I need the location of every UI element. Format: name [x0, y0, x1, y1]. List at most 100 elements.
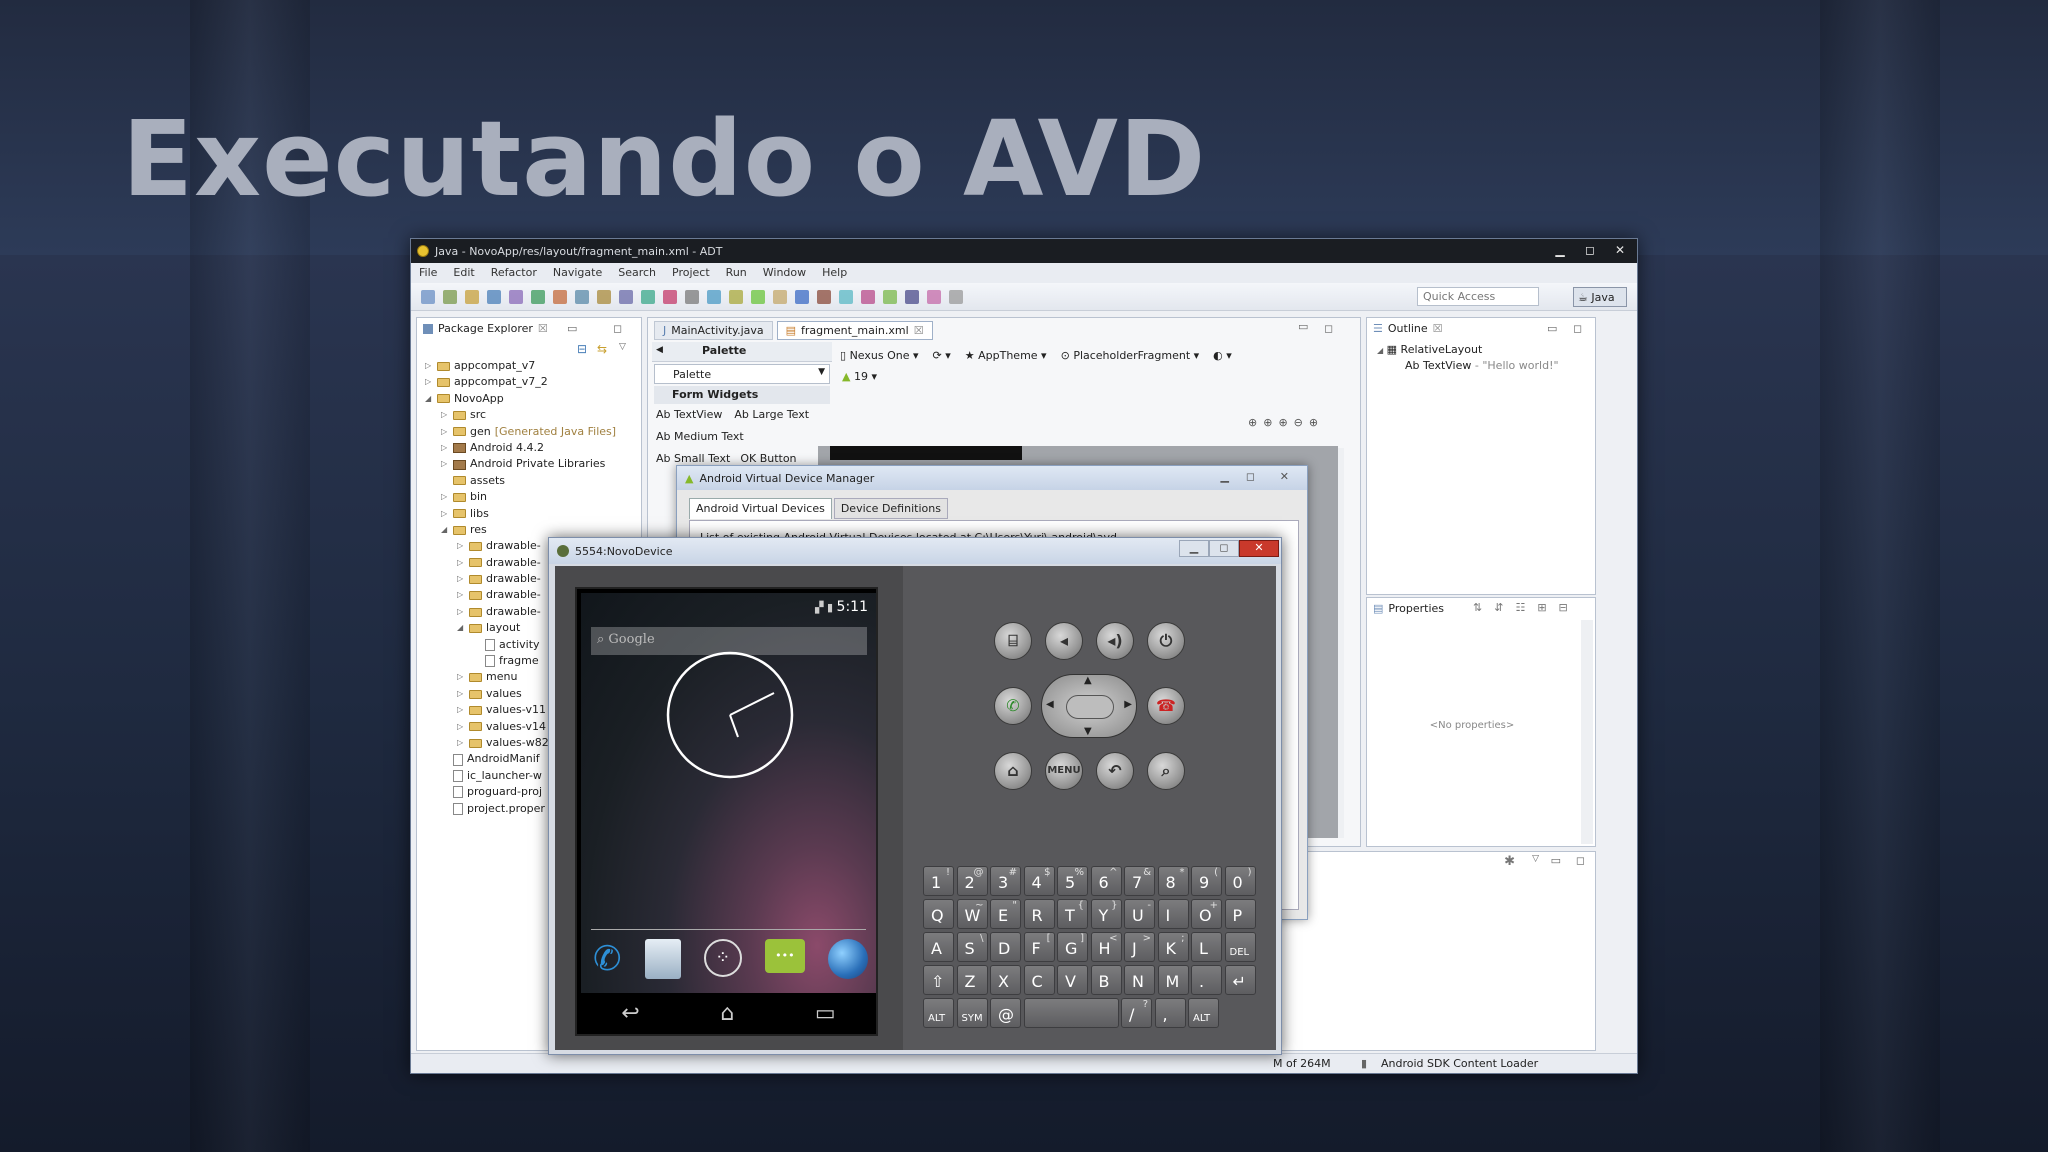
close-button[interactable]: ✕ — [1607, 242, 1633, 258]
zoom-fit-icon[interactable]: ⊕ — [1263, 416, 1272, 429]
browser-app-icon[interactable] — [828, 939, 868, 979]
key-4[interactable]: 4 $ — [1023, 866, 1055, 896]
phone-screen[interactable]: ▞ ▮ 5:11 ⌕ Google ✆ ⁘ ••• ↩ ⌂ ▭ — [581, 593, 876, 1034]
key-3[interactable]: 3 # — [990, 866, 1021, 896]
key-x[interactable]: X — [990, 965, 1021, 995]
view-menu-icon[interactable]: ▽ — [1532, 854, 1539, 864]
maximize-icon[interactable]: ◻ — [1573, 322, 1582, 335]
key-k[interactable]: K; — [1157, 932, 1189, 962]
menu-file[interactable]: File — [419, 266, 437, 280]
toolbar-action-icon[interactable] — [531, 290, 545, 304]
tree-item[interactable]: ◢ res — [425, 522, 640, 538]
tree-item[interactable]: assets — [425, 473, 640, 489]
key-b[interactable]: B — [1090, 965, 1122, 995]
palette-dropdown[interactable]: Palette ▼ — [654, 364, 830, 384]
outline-child[interactable]: Ab TextView - "Hello world!" — [1405, 359, 1559, 372]
minimize-icon[interactable]: ▭ — [567, 322, 577, 335]
key-2[interactable]: 2 @ — [956, 866, 988, 896]
zoom-actual-icon[interactable]: ⊕ — [1278, 416, 1287, 429]
expand-toggle-icon[interactable]: ▷ — [425, 358, 433, 374]
home-icon[interactable]: ⌂ — [720, 1001, 734, 1026]
expand-toggle-icon[interactable]: ▷ — [441, 506, 449, 522]
toolbar-action-icon[interactable] — [641, 290, 655, 304]
expand-toggle-icon[interactable]: ▷ — [457, 571, 465, 587]
toolbar-action-icon[interactable] — [861, 290, 875, 304]
expand-toggle-icon[interactable]: ▷ — [441, 489, 449, 505]
key-/[interactable]: /? — [1121, 998, 1152, 1028]
expand-toggle-icon[interactable]: ▷ — [457, 587, 465, 603]
recent-apps-icon[interactable]: ▭ — [815, 1001, 836, 1026]
api-level-dropdown[interactable]: ▲ 19 ▾ — [842, 370, 877, 383]
expand-icon[interactable]: ⊞ — [1537, 601, 1546, 614]
key-f[interactable]: F[ — [1023, 932, 1055, 962]
advanced-icon[interactable]: ☷ — [1515, 601, 1525, 614]
outline-root[interactable]: ◢ ▦ RelativeLayout — [1377, 343, 1482, 356]
expand-toggle-icon[interactable]: ▷ — [457, 538, 465, 554]
key-8[interactable]: 8 * — [1157, 866, 1189, 896]
heap-status[interactable]: M of 264M — [1273, 1057, 1331, 1070]
toolbar-action-icon[interactable] — [707, 290, 721, 304]
toolbar-action-icon[interactable] — [487, 290, 501, 304]
key-5[interactable]: 5% — [1057, 866, 1088, 896]
quick-access-input[interactable]: Quick Access — [1417, 287, 1539, 306]
tree-item[interactable]: ▷ src — [425, 407, 640, 423]
toolbar-action-icon[interactable] — [795, 290, 809, 304]
menu-navigate[interactable]: Navigate — [553, 266, 602, 280]
key-7[interactable]: 7 & — [1124, 866, 1155, 896]
home-button[interactable]: ⌂ — [994, 752, 1032, 790]
expand-toggle-icon[interactable]: ▷ — [425, 374, 433, 390]
search-button[interactable]: ⌕ — [1147, 752, 1185, 790]
toolbar-action-icon[interactable] — [927, 290, 941, 304]
toolbar-action-icon[interactable] — [685, 290, 699, 304]
toolbar-action-icon[interactable] — [553, 290, 567, 304]
toolbar-action-icon[interactable] — [575, 290, 589, 304]
collapse-icon[interactable]: ⊟ — [1559, 601, 1568, 614]
toolbar-action-icon[interactable] — [619, 290, 633, 304]
key-t[interactable]: T{ — [1057, 899, 1088, 929]
maximize-button[interactable]: ◻ — [1209, 540, 1239, 557]
tab-main-activity[interactable]: J MainActivity.java — [654, 321, 773, 340]
toolbar-action-icon[interactable] — [817, 290, 831, 304]
close-icon[interactable]: ☒ — [538, 322, 548, 335]
key-y[interactable]: Y} — [1090, 899, 1122, 929]
key-9[interactable]: 9( — [1191, 866, 1222, 896]
expand-toggle-icon[interactable]: ◢ — [457, 620, 465, 636]
toolbar-action-icon[interactable] — [883, 290, 897, 304]
camera-button[interactable]: ⌸ — [994, 622, 1032, 660]
expand-toggle-icon[interactable]: ▷ — [457, 702, 465, 718]
key-1[interactable]: 1! — [923, 866, 954, 896]
key-e[interactable]: E " — [990, 899, 1021, 929]
close-icon[interactable]: ☒ — [1433, 322, 1443, 335]
back-icon[interactable]: ↩ — [621, 1001, 639, 1026]
contacts-app-icon[interactable] — [644, 939, 681, 979]
expand-toggle-icon[interactable]: ▷ — [457, 669, 465, 685]
toolbar-action-icon[interactable] — [949, 290, 963, 304]
maximize-icon[interactable]: ◻ — [1576, 854, 1585, 867]
key-u[interactable]: U- — [1124, 899, 1155, 929]
key-l[interactable]: L — [1191, 932, 1222, 962]
toolbar-action-icon[interactable] — [729, 290, 743, 304]
toolbar-action-icon[interactable] — [421, 290, 435, 304]
power-button[interactable]: ⏻ — [1147, 622, 1185, 660]
zoom-in-icon[interactable]: ⊕ — [1309, 416, 1318, 429]
key-w[interactable]: W ~ — [956, 899, 988, 929]
toolbar-action-icon[interactable] — [905, 290, 919, 304]
tree-item[interactable]: ▷ Android Private Libraries — [425, 456, 640, 472]
device-dropdown[interactable]: ▯ Nexus One ▾ — [840, 349, 919, 362]
key-o[interactable]: O + — [1191, 899, 1222, 929]
key-d[interactable]: D — [990, 932, 1021, 962]
volume-down-button[interactable]: ◂ — [1045, 622, 1083, 660]
dpad-right-icon[interactable]: ▶ — [1124, 699, 1132, 710]
key-g[interactable]: G] — [1057, 932, 1088, 962]
tree-item[interactable]: ◢ NovoApp — [425, 391, 640, 407]
menu-project[interactable]: Project — [672, 266, 710, 280]
tab-package-explorer[interactable]: Package Explorer ☒ — [423, 322, 548, 335]
palette-section-form-widgets[interactable]: Form Widgets — [654, 386, 830, 404]
minimize-button[interactable]: ▁ — [1221, 470, 1229, 483]
back-button[interactable]: ↶ — [1096, 752, 1134, 790]
key-0[interactable]: 0) — [1224, 866, 1256, 896]
expand-toggle-icon[interactable]: ▷ — [441, 407, 449, 423]
expand-toggle-icon[interactable]: ▷ — [457, 686, 465, 702]
tab-fragment-main[interactable]: ▤ fragment_main.xml ☒ — [776, 321, 933, 340]
key-⇧[interactable]: ⇧ — [923, 965, 954, 995]
